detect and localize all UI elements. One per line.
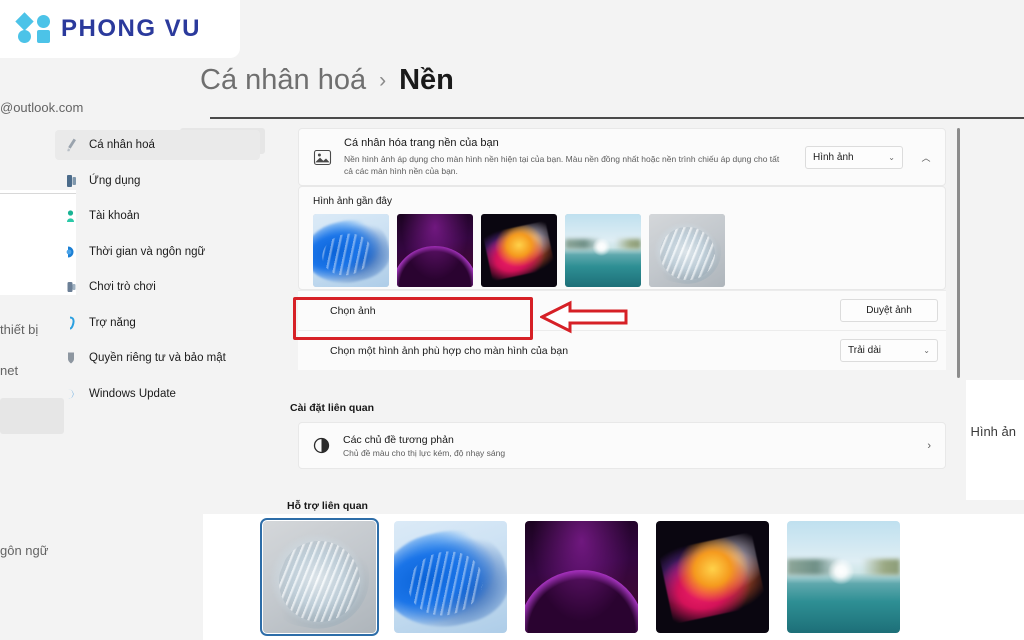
underlying-ghost-text-language: gôn ngữ (0, 543, 49, 558)
wallpaper-tile[interactable] (787, 521, 900, 633)
wallpaper-tile[interactable] (260, 518, 379, 636)
apps-icon (65, 173, 77, 188)
wallpaper-lake-sunrise (787, 521, 900, 633)
shield-icon (65, 351, 77, 366)
wallpaper-silver-bloom (263, 521, 376, 633)
sidebar-item-label: Trợ năng (89, 316, 136, 329)
related-settings-heading: Cài đặt liên quan (290, 402, 375, 414)
sidebar-item-label: Cá nhân hoá (89, 139, 155, 151)
wallpaper-purple-glow (525, 521, 638, 633)
sidebar-item-label: Ứng dụng (89, 174, 141, 187)
sidebar-item-accessibility[interactable]: Trợ năng (55, 308, 260, 338)
recent-thumbnail[interactable] (565, 214, 641, 287)
contrast-themes-subtitle: Chủ đề màu cho thị lực kém, độ nhạy sáng (343, 447, 506, 458)
account-icon (65, 209, 77, 224)
sidebar-item-label: Quyền riêng tư và bảo mật (89, 352, 226, 364)
sidebar-item-label: Windows Update (89, 387, 176, 400)
sidebar-item-apps[interactable]: Ứng dụng (55, 166, 260, 196)
underlying-ghost-text-devices: thiết bị (0, 322, 39, 337)
fit-picture-label: Chọn một hình ảnh phù hợp cho màn hình c… (330, 344, 569, 357)
accessibility-icon (65, 315, 77, 330)
contrast-themes-title: Các chủ đề tương phản (343, 433, 454, 446)
wallpaper-silver-bloom (649, 214, 725, 287)
sidebar-item-privacy-security[interactable]: Quyền riêng tư và bảo mật (55, 343, 260, 373)
chevron-down-icon: ⌄ (923, 346, 930, 355)
recent-thumbnail[interactable] (649, 214, 725, 287)
settings-sidebar: Cá nhân hoá Ứng dụng Tài khoản Thời gian… (55, 130, 260, 414)
wallpaper-flower-dark (481, 214, 557, 287)
recent-thumbnail[interactable] (397, 214, 473, 287)
fit-picture-row: Chọn một hình ảnh phù hợp cho màn hình c… (298, 330, 946, 370)
sidebar-item-label: Tài khoản (89, 210, 140, 222)
wallpaper-purple-glow (397, 214, 473, 287)
collapse-chevron-up-icon[interactable]: ︿ (915, 151, 937, 164)
personalize-description: Nền hình ảnh áp dụng cho màn hình nền hi… (344, 154, 780, 177)
update-icon (65, 386, 77, 401)
chevron-down-icon: ⌄ (888, 152, 895, 162)
sidebar-item-accounts[interactable]: Tài khoản (55, 201, 260, 231)
breadcrumb: Cá nhân hoá › Nền (200, 64, 454, 97)
contrast-themes-text: Các chủ đề tương phản Chủ đề màu cho thị… (343, 434, 914, 458)
underlying-panel-right (966, 380, 1024, 500)
underlying-ghost-text-net: net (0, 363, 19, 378)
breadcrumb-separator-icon: › (379, 68, 387, 92)
brand-logo: PHONG VU (0, 0, 240, 58)
browse-photos-button[interactable]: Duyệt ảnh (840, 299, 938, 322)
personalize-title: Cá nhân hóa trang nền của bạn (344, 137, 499, 150)
wallpaper-tile[interactable] (656, 521, 769, 633)
sidebar-item-gaming[interactable]: Chơi trò chơi (55, 272, 260, 302)
sidebar-item-personalization[interactable]: Cá nhân hoá (55, 130, 260, 160)
fit-picture-dropdown[interactable]: Trải dài ⌄ (840, 339, 938, 362)
wallpaper-tile[interactable] (394, 521, 507, 633)
wallpaper-strip (203, 514, 1024, 640)
related-support-heading: Hỗ trợ liên quan (287, 500, 368, 512)
background-type-value: Hình ảnh (813, 151, 854, 163)
contrast-icon (313, 437, 330, 454)
sidebar-item-windows-update[interactable]: Windows Update (55, 379, 260, 409)
chevron-right-icon: › (927, 439, 931, 452)
wallpaper-bloom-blue (394, 521, 507, 633)
sidebar-item-label: Chơi trò chơi (89, 281, 156, 293)
sidebar-item-label: Thời gian và ngôn ngữ (89, 245, 206, 258)
content-scrollbar[interactable] (957, 128, 960, 378)
wallpaper-bloom-blue (313, 214, 389, 287)
brush-icon (65, 138, 77, 153)
picture-icon (313, 148, 332, 167)
header-rule (210, 117, 1024, 119)
recent-thumbnail[interactable] (481, 214, 557, 287)
wallpaper-flower-dark (656, 521, 769, 633)
recent-images-list (313, 214, 931, 287)
gaming-icon (65, 280, 77, 295)
clock-language-icon (65, 244, 77, 259)
recent-images-card: Hình ảnh gần đây (298, 186, 946, 290)
recent-images-label: Hình ảnh gần đây (313, 196, 392, 207)
underlying-edge-label: Hình ản (970, 424, 1016, 439)
wallpaper-tile[interactable] (525, 521, 638, 633)
fit-picture-value: Trải dài (848, 345, 881, 356)
brand-name: PHONG VU (61, 15, 202, 42)
personalize-background-card: Cá nhân hóa trang nền của bạn Nền hình ả… (298, 128, 946, 186)
sidebar-item-time-language[interactable]: Thời gian và ngôn ngữ (55, 237, 260, 267)
background-type-dropdown[interactable]: Hình ảnh ⌄ (805, 145, 903, 169)
breadcrumb-parent[interactable]: Cá nhân hoá (200, 64, 366, 97)
underlying-email-text: @outlook.com (0, 100, 84, 115)
phongvu-logo-icon (15, 12, 52, 44)
annotation-arrow-left-icon (538, 300, 630, 334)
wallpaper-lake-sunrise (565, 214, 641, 287)
contrast-themes-row[interactable]: Các chủ đề tương phản Chủ đề màu cho thị… (298, 422, 946, 469)
page-title: Nền (399, 64, 454, 96)
recent-thumbnail[interactable] (313, 214, 389, 287)
personalize-text-block: Cá nhân hóa trang nền của bạn Nền hình ả… (344, 136, 793, 177)
